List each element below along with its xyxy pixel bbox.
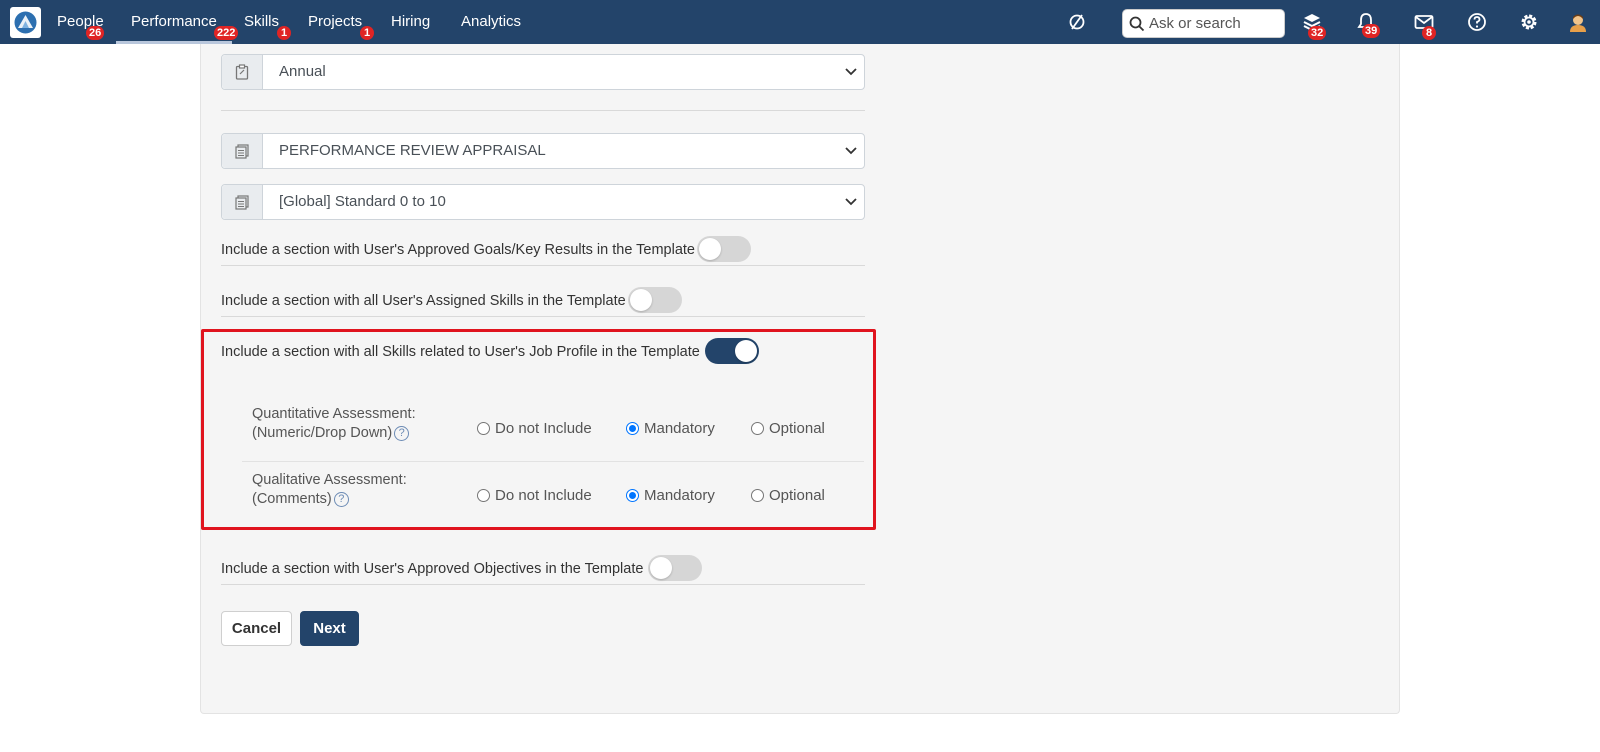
option-label: Mandatory	[644, 487, 715, 504]
quantitative-optional[interactable]: Optional	[751, 420, 825, 437]
clipboard-icon	[222, 55, 263, 89]
option-label: Do not Include	[495, 420, 592, 437]
qualitative-label-line2: (Comments)	[252, 491, 332, 507]
divider	[221, 265, 865, 266]
nav-analytics[interactable]: Analytics	[461, 0, 521, 44]
search-input[interactable]	[1149, 15, 1279, 32]
qualitative-label-line1: Qualitative Assessment:	[252, 472, 407, 488]
quantitative-mandatory[interactable]: Mandatory	[626, 420, 715, 437]
template-select[interactable]: PERFORMANCE REVIEW APPRAISAL	[221, 133, 865, 169]
quantitative-do-not-include[interactable]: Do not Include	[477, 420, 592, 437]
quantitative-label-line1: Quantitative Assessment:	[252, 406, 416, 422]
nav-projects-label: Projects	[308, 13, 363, 30]
search-box[interactable]	[1122, 9, 1285, 38]
divider	[221, 584, 865, 585]
logo-icon	[14, 11, 37, 34]
nav-skills-label: Skills	[244, 13, 280, 30]
gear-icon[interactable]	[1518, 11, 1540, 33]
option-label: Do not Include	[495, 487, 592, 504]
option-label: Optional	[769, 420, 825, 437]
radio-checked	[626, 422, 639, 435]
objectives-toggle-label: Include a section with User's Approved O…	[221, 561, 644, 577]
frequency-select[interactable]: Annual	[221, 54, 865, 90]
performance-badge: 222	[214, 26, 239, 40]
help-circle-icon[interactable]	[1466, 11, 1488, 33]
qualitative-optional[interactable]: Optional	[751, 487, 825, 504]
quantitative-label-line2: (Numeric/Drop Down)	[252, 425, 393, 441]
nav-projects[interactable]: Projects	[308, 0, 362, 44]
job-profile-skills-toggle-label: Include a section with all Skills relate…	[221, 344, 700, 360]
frequency-value: Annual	[279, 63, 326, 80]
radio-unchecked	[751, 422, 764, 435]
divider	[221, 110, 865, 111]
radio-unchecked	[477, 422, 490, 435]
app-logo[interactable]	[10, 7, 41, 38]
radio-checked	[626, 489, 639, 502]
option-label: Mandatory	[644, 420, 715, 437]
document-icon	[222, 185, 263, 219]
nav-hiring[interactable]: Hiring	[391, 0, 430, 44]
nav-performance-label: Performance	[131, 13, 217, 30]
rating-scale-select[interactable]: [Global] Standard 0 to 10	[221, 184, 865, 220]
nav-analytics-label: Analytics	[461, 13, 522, 30]
objectives-toggle[interactable]	[648, 555, 702, 581]
help-icon[interactable]: ?	[394, 425, 410, 441]
skills-badge: 1	[277, 26, 291, 40]
divider	[221, 316, 865, 317]
template-value: PERFORMANCE REVIEW APPRAISAL	[279, 142, 546, 159]
projects-badge: 1	[360, 26, 374, 40]
nav-skills[interactable]: Skills	[244, 0, 279, 44]
radio-unchecked	[477, 489, 490, 502]
qualitative-do-not-include[interactable]: Do not Include	[477, 487, 592, 504]
cancel-button[interactable]: Cancel	[221, 611, 292, 646]
qualitative-assessment-label: Qualitative Assessment: (Comments)?	[252, 471, 407, 509]
chevron-down-icon	[838, 134, 864, 168]
goals-toggle[interactable]	[697, 236, 751, 262]
radio-unchecked	[751, 489, 764, 502]
job-profile-skills-toggle[interactable]	[705, 338, 759, 364]
document-icon	[222, 134, 263, 168]
notifications-badge: 39	[1362, 24, 1381, 38]
next-button[interactable]: Next	[300, 611, 359, 646]
chevron-down-icon	[838, 185, 864, 219]
assigned-skills-toggle[interactable]	[628, 287, 682, 313]
messages-badge: 8	[1422, 26, 1436, 40]
people-badge: 26	[86, 26, 105, 40]
goals-toggle-label: Include a section with User's Approved G…	[221, 242, 695, 258]
help-icon[interactable]: ?	[333, 491, 349, 507]
nav-performance[interactable]: Performance	[116, 0, 232, 44]
slashed-circle-icon[interactable]	[1066, 11, 1088, 33]
user-avatar[interactable]	[1567, 11, 1589, 33]
rating-scale-value: [Global] Standard 0 to 10	[279, 193, 446, 210]
tasks-badge: 32	[1308, 26, 1327, 40]
search-icon	[1129, 16, 1145, 31]
quantitative-assessment-label: Quantitative Assessment: (Numeric/Drop D…	[252, 405, 416, 443]
qualitative-mandatory[interactable]: Mandatory	[626, 487, 715, 504]
top-navbar: People 26 Performance 222 Skills 1 Proje…	[0, 0, 1600, 44]
nav-hiring-label: Hiring	[391, 13, 431, 30]
option-label: Optional	[769, 487, 825, 504]
divider	[242, 461, 864, 462]
assigned-skills-toggle-label: Include a section with all User's Assign…	[221, 293, 626, 309]
chevron-down-icon	[838, 55, 864, 89]
